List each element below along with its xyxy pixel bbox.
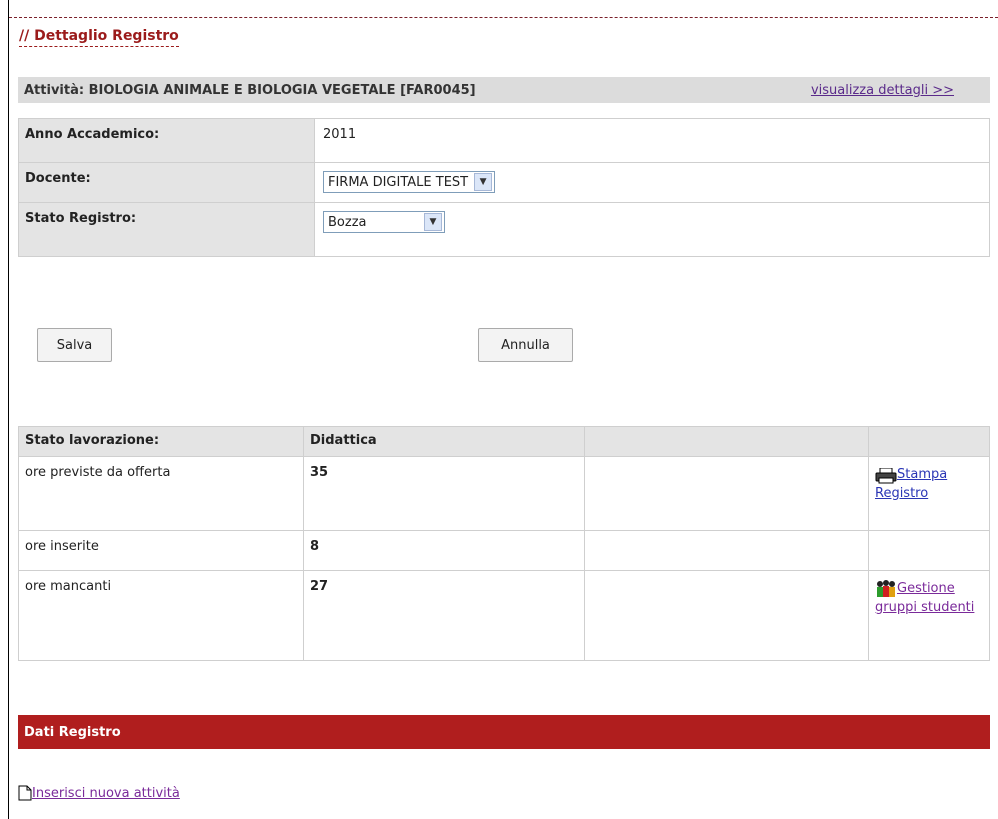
row-label: ore mancanti <box>18 570 304 661</box>
row-label: ore inserite <box>18 530 304 571</box>
col-header-stato: Stato lavorazione: <box>18 426 304 457</box>
docente-row: Docente: FIRMA DIGITALE TEST ▼ <box>18 162 990 203</box>
new-document-icon <box>18 785 32 801</box>
page-title: // Dettaglio Registro <box>19 28 179 47</box>
table-row: ore previste da offerta 35 Stampa Regist… <box>18 456 990 531</box>
stato-select[interactable]: Bozza ▼ <box>323 211 445 233</box>
chevron-down-icon[interactable]: ▼ <box>424 213 442 231</box>
anno-label: Anno Accademico: <box>18 118 315 163</box>
col-header-actions <box>868 426 990 457</box>
anno-row: Anno Accademico: 2011 <box>18 118 990 163</box>
stats-header-row: Stato lavorazione: Didattica <box>18 426 990 457</box>
print-register-link[interactable]: Stampa Registro <box>875 465 983 503</box>
docente-label: Docente: <box>18 162 315 203</box>
details-link[interactable]: visualizza dettagli >> <box>811 83 954 98</box>
row-value: 35 <box>303 456 585 531</box>
docente-select[interactable]: FIRMA DIGITALE TEST ▼ <box>323 171 496 193</box>
left-frame-border <box>8 0 9 819</box>
table-row: ore mancanti 27 Gestione gruppi studenti <box>18 570 990 661</box>
chevron-down-icon[interactable]: ▼ <box>474 173 493 191</box>
dati-registro-header: Dati Registro <box>18 715 990 749</box>
stato-select-value: Bozza <box>328 214 367 230</box>
insert-activity-label: Inserisci nuova attività <box>32 785 180 801</box>
insert-activity-link[interactable]: Inserisci nuova attività <box>18 785 180 801</box>
registry-info-table: Anno Accademico: 2011 Docente: FIRMA DIG… <box>18 118 990 257</box>
row-label: ore previste da offerta <box>18 456 304 531</box>
anno-value: 2011 <box>314 118 990 163</box>
col-header-didattica: Didattica <box>303 426 585 457</box>
col-header-empty <box>584 426 869 457</box>
row-value: 8 <box>303 530 585 571</box>
activity-header: Attività: BIOLOGIA ANIMALE E BIOLOGIA VE… <box>18 77 990 103</box>
manage-groups-link[interactable]: Gestione gruppi studenti <box>875 579 983 617</box>
cancel-button[interactable]: Annulla <box>478 328 573 362</box>
save-button[interactable]: Salva <box>37 328 112 362</box>
stato-label: Stato Registro: <box>18 202 315 257</box>
row-value: 27 <box>303 570 585 661</box>
people-group-icon <box>877 580 895 597</box>
docente-select-value: FIRMA DIGITALE TEST <box>328 174 469 190</box>
table-row: ore inserite 8 <box>18 530 990 571</box>
printer-icon <box>875 468 897 484</box>
stato-row: Stato Registro: Bozza ▼ <box>18 202 990 257</box>
top-dashed-divider <box>9 17 998 18</box>
activity-label: Attività: BIOLOGIA ANIMALE E BIOLOGIA VE… <box>24 82 476 98</box>
work-status-table: Stato lavorazione: Didattica ore previst… <box>18 426 990 661</box>
